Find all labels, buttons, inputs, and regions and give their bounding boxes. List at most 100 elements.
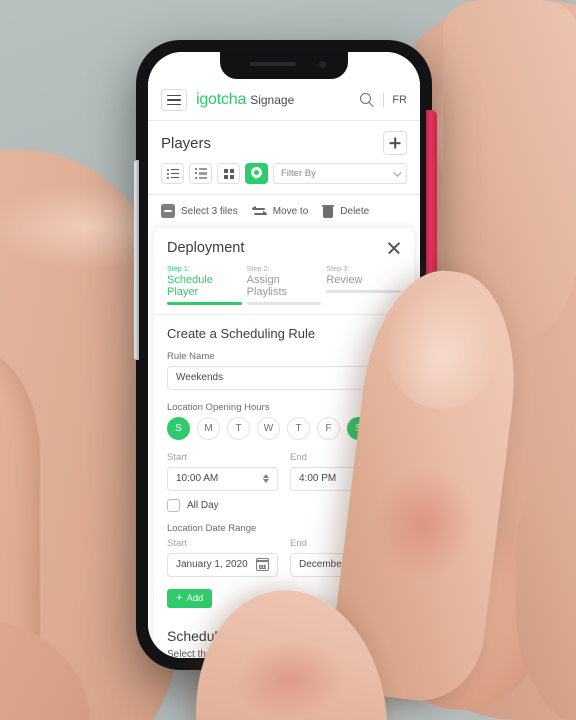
time-end-group: End 4:00 PM xyxy=(290,452,401,491)
date-end-value: December 31, 2 xyxy=(299,559,371,570)
day-toggle-saturday[interactable]: S xyxy=(347,416,370,440)
rule-name-value: Weekends xyxy=(176,372,224,383)
search-icon[interactable] xyxy=(360,92,375,108)
date-start-group: Start January 1, 2020 xyxy=(167,538,278,577)
select-box-icon xyxy=(161,204,175,218)
filter-by-select[interactable]: Filter By xyxy=(273,163,407,184)
close-icon[interactable] xyxy=(387,241,401,255)
day-letter-sunday: S xyxy=(175,422,182,434)
rule-name-input[interactable]: Weekends xyxy=(167,365,401,390)
delete-button[interactable]: Delete xyxy=(322,204,369,218)
time-start-label: Start xyxy=(167,451,188,463)
scheduling-rules-section: Scheduling Rules Select the rules you wo… xyxy=(167,628,401,659)
add-rule-row: + Add xyxy=(167,587,401,608)
deployment-title: Deployment xyxy=(167,240,245,256)
plus-icon: + xyxy=(176,591,183,604)
add-rule-label: Add xyxy=(186,592,204,604)
right-hand-pinkie xyxy=(516,430,576,720)
action-toolbar: Select 3 files Move to Delete xyxy=(148,195,420,228)
opening-hours-label: Location Opening Hours xyxy=(167,401,270,413)
trash-icon xyxy=(322,204,335,218)
all-day-row[interactable]: All Day xyxy=(167,498,401,512)
move-to-button[interactable]: Move to xyxy=(251,205,309,217)
list-icon[interactable] xyxy=(161,163,184,184)
step-2-label: Assign Playlists xyxy=(246,274,288,298)
day-selector: S M T W T F S xyxy=(167,416,401,440)
day-letter-monday: M xyxy=(204,422,213,434)
day-toggle-tuesday[interactable]: T xyxy=(227,416,250,440)
delete-label: Delete xyxy=(340,205,370,217)
time-range-row: Start 10:00 AM End 4:00 PM xyxy=(167,452,401,491)
hamburger-icon[interactable] xyxy=(161,89,187,111)
day-toggle-sunday[interactable]: S xyxy=(167,416,190,440)
earpiece-speaker xyxy=(250,62,296,66)
select-files-label: Select 3 files xyxy=(181,205,238,217)
front-camera xyxy=(319,61,326,68)
left-hand-knuckles xyxy=(0,620,90,720)
step-assign-playlists[interactable]: Step 2: Assign Playlists xyxy=(246,266,322,305)
add-player-button[interactable] xyxy=(383,131,407,155)
deployment-panel: Deployment Step 1: Schedule Player Step … xyxy=(154,228,414,658)
brand-name: igotcha xyxy=(196,91,247,108)
view-toolbar: Filter By xyxy=(148,161,420,194)
day-letter-wednesday: W xyxy=(263,422,274,434)
step-schedule-player[interactable]: Step 1: Schedule Player xyxy=(167,266,242,305)
deployment-steps: Step 1: Schedule Player Step 2: Assign P… xyxy=(167,266,402,305)
chevron-down-icon xyxy=(393,167,402,177)
time-start-group: Start 10:00 AM xyxy=(167,452,278,491)
date-end-label: End xyxy=(290,537,307,549)
phone-device: igotcha Signage FR Players Filter By Sel… xyxy=(134,40,437,670)
brand-logo[interactable]: igotcha Signage xyxy=(196,91,294,109)
time-end-value: 4:00 PM xyxy=(299,473,337,484)
grid-icon[interactable] xyxy=(217,163,240,184)
detail-list-icon[interactable] xyxy=(189,163,212,184)
day-toggle-thursday[interactable]: T xyxy=(287,416,310,440)
step-review[interactable]: Step 3: Review xyxy=(326,266,402,305)
phone-notch xyxy=(220,52,348,79)
scheduling-rules-heading: Scheduling Rules xyxy=(167,627,276,644)
day-letter-saturday: S xyxy=(355,422,362,434)
date-start-value: January 1, 2020 xyxy=(176,559,248,570)
step-3-label: Review xyxy=(326,274,363,286)
add-rule-button[interactable]: + Add xyxy=(167,588,213,608)
date-start-input[interactable]: January 1, 2020 xyxy=(167,552,278,577)
app-container: igotcha Signage FR Players Filter By Sel… xyxy=(148,52,420,658)
left-thumb xyxy=(0,345,40,720)
date-end-input[interactable]: December 31, 2 xyxy=(290,552,401,577)
step-3-number: Step 3: xyxy=(326,266,350,273)
day-letter-thursday: T xyxy=(295,422,302,434)
step-1-progress xyxy=(167,302,242,305)
step-3-progress xyxy=(326,290,402,293)
day-letter-tuesday: T xyxy=(235,422,242,434)
day-letter-friday: F xyxy=(325,422,332,434)
date-end-group: End December 31, 2 xyxy=(290,538,401,577)
step-1-label: Schedule Player xyxy=(167,274,213,298)
map-pin-icon[interactable] xyxy=(245,163,268,184)
step-2-progress xyxy=(246,302,322,305)
page-title: Players xyxy=(161,134,212,152)
time-start-input[interactable]: 10:00 AM xyxy=(167,466,278,491)
move-arrows-icon xyxy=(251,205,267,217)
phone-volume-buttons xyxy=(134,160,139,360)
time-end-input[interactable]: 4:00 PM xyxy=(290,466,401,491)
language-switcher[interactable]: FR xyxy=(392,94,407,106)
date-start-label: Start xyxy=(167,537,188,549)
phone-side-accent xyxy=(426,110,437,570)
calendar-icon[interactable] xyxy=(255,558,269,571)
select-files-button[interactable]: Select 3 files xyxy=(161,204,238,218)
time-start-value: 10:00 AM xyxy=(176,473,219,484)
deployment-header: Deployment xyxy=(167,240,401,256)
time-stepper-icon[interactable] xyxy=(263,474,269,483)
right-index-finger xyxy=(443,0,576,340)
day-toggle-friday[interactable]: F xyxy=(317,416,340,440)
day-toggle-monday[interactable]: M xyxy=(197,416,220,440)
scene: igotcha Signage FR Players Filter By Sel… xyxy=(0,0,576,720)
time-end-label: End xyxy=(290,451,307,463)
step-1-number: Step 1: xyxy=(167,266,190,273)
move-to-label: Move to xyxy=(272,205,309,217)
all-day-checkbox[interactable] xyxy=(167,498,180,512)
step-2-number: Step 2: xyxy=(246,266,270,273)
scheduling-rule-form: Create a Scheduling Rule Rule Name Weeke… xyxy=(167,315,401,608)
day-toggle-wednesday[interactable]: W xyxy=(257,416,280,440)
date-range-label: Location Date Range xyxy=(167,522,257,534)
